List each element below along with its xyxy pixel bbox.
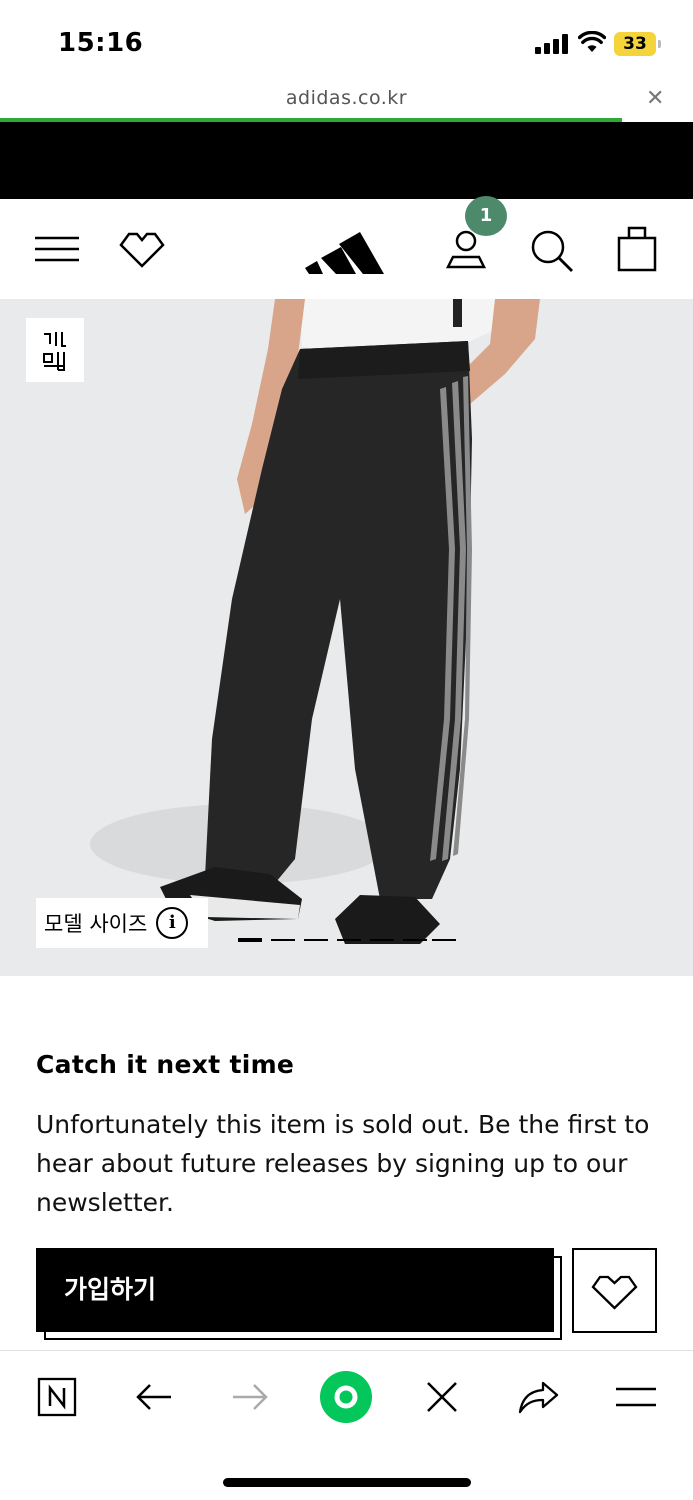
top-banner <box>0 122 693 199</box>
carousel-indicators <box>238 938 458 943</box>
carousel-dot[interactable] <box>432 939 456 941</box>
share-icon[interactable] <box>508 1371 568 1423</box>
carousel-dot[interactable] <box>337 939 361 941</box>
signal-icon <box>535 34 569 54</box>
menu-icon[interactable] <box>606 1371 666 1423</box>
carousel-dot[interactable] <box>271 939 295 941</box>
home-indicator <box>223 1478 471 1487</box>
model-size-button[interactable]: 모델 사이즈 i <box>36 898 208 948</box>
battery-nub <box>658 40 661 48</box>
sold-out-description: Unfortunately this item is sold out. Be … <box>36 1110 650 1217</box>
heart-icon <box>591 1275 638 1310</box>
carousel-dot[interactable] <box>370 939 394 941</box>
sold-out-headline: Catch it next time <box>36 1050 295 1079</box>
sold-out-section: Catch it next time Unfortunately this it… <box>36 1050 656 1222</box>
close-icon[interactable]: ✕ <box>646 86 664 111</box>
wishlist-button[interactable] <box>572 1248 657 1333</box>
back-icon[interactable] <box>124 1371 184 1423</box>
status-bar: 15:16 33 <box>0 0 693 84</box>
bag-icon[interactable] <box>617 225 657 273</box>
green-home-icon[interactable] <box>316 1371 376 1423</box>
naver-icon[interactable] <box>27 1371 87 1423</box>
site-header <box>0 199 693 299</box>
url-bar[interactable]: adidas.co.kr ✕ <box>0 84 693 118</box>
sustainable-tag <box>26 318 84 382</box>
join-button-wrap: 가입하기 <box>36 1248 562 1340</box>
menu-icon[interactable] <box>35 236 79 262</box>
carousel-dot[interactable] <box>238 938 262 942</box>
join-button[interactable]: 가입하기 <box>36 1248 554 1332</box>
info-icon: i <box>156 907 189 939</box>
browser-toolbar <box>0 1350 693 1500</box>
carousel-dot[interactable] <box>304 939 328 941</box>
carousel-dot[interactable] <box>403 939 427 941</box>
url-text[interactable]: adidas.co.kr <box>0 87 693 109</box>
product-image <box>90 299 540 944</box>
cart-count-badge: 1 <box>465 196 507 236</box>
product-image-carousel[interactable]: 모델 사이즈 i <box>0 299 693 976</box>
search-icon[interactable] <box>529 228 575 274</box>
close-icon[interactable] <box>412 1371 472 1423</box>
adidas-logo[interactable] <box>303 220 389 276</box>
battery-indicator: 33 <box>614 32 656 56</box>
forward-icon[interactable] <box>220 1371 280 1423</box>
heart-icon[interactable] <box>117 229 167 269</box>
status-time: 15:16 <box>58 28 144 58</box>
wifi-icon <box>578 31 606 52</box>
model-size-label: 모델 사이즈 <box>44 912 148 936</box>
